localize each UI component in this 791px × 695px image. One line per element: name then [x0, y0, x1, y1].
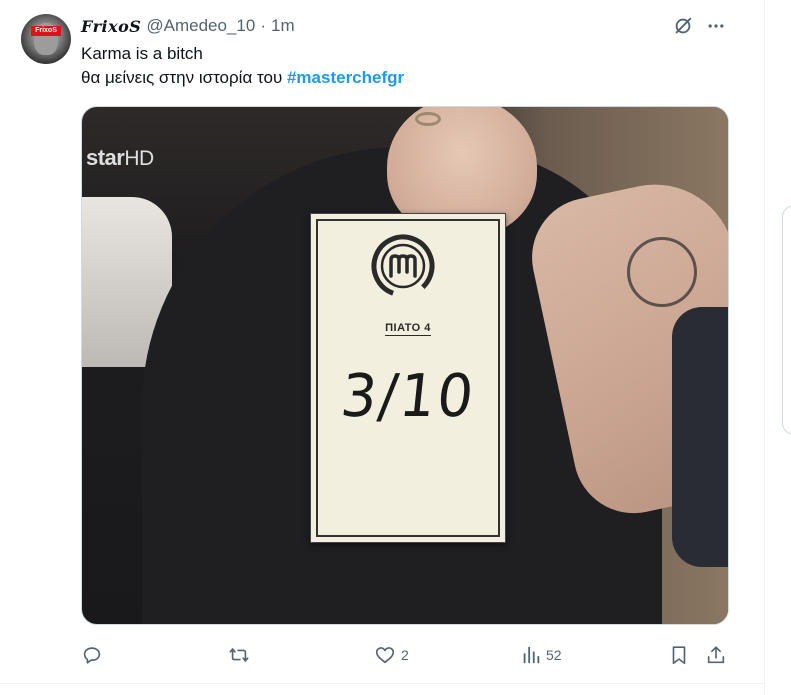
- like-button[interactable]: 2: [374, 641, 409, 669]
- retweet-button[interactable]: [227, 641, 256, 669]
- channel-watermark: starHD: [86, 145, 154, 171]
- tattoo: [627, 237, 697, 307]
- retweet-icon: [229, 648, 249, 662]
- grok-button[interactable]: [671, 14, 695, 38]
- separator-dot: ·: [260, 16, 266, 35]
- watermark-brand: star: [86, 145, 125, 170]
- share-button[interactable]: [705, 641, 727, 669]
- tweet-header: FrixoS @Amedeo_10 · 1m: [81, 14, 295, 38]
- reply-button[interactable]: [81, 641, 108, 669]
- hashtag-link[interactable]: #masterchefgr: [287, 68, 404, 87]
- timestamp[interactable]: 1m: [271, 16, 295, 36]
- views-icon: [523, 646, 540, 664]
- bottom-divider: [0, 683, 764, 684]
- action-bar: 2 52: [0, 641, 764, 669]
- avatar[interactable]: FrixoS: [21, 14, 71, 64]
- share-icon: [707, 646, 725, 664]
- masterchef-logo-icon: [371, 234, 435, 298]
- tweet[interactable]: FrixoS FrixoS @Amedeo_10 · 1m Karma is a…: [0, 0, 764, 683]
- sleeve: [672, 307, 728, 567]
- grok-icon: [675, 17, 692, 34]
- ring: [415, 112, 441, 126]
- watermark-suffix: HD: [124, 147, 154, 170]
- bookmark-icon: [672, 646, 686, 665]
- bookmark-button[interactable]: [668, 641, 690, 669]
- user-handle[interactable]: @Amedeo_10: [146, 16, 255, 36]
- heart-icon: [375, 647, 395, 664]
- tweet-line-1: Karma is a bitch: [81, 44, 203, 63]
- reply-icon: [83, 647, 101, 664]
- more-icon: [708, 24, 724, 28]
- side-panel-edge: [782, 205, 791, 435]
- tweet-line-2: θα μείνεις στην ιστορία του #masterchefg…: [81, 66, 404, 90]
- tweet-line-2-text: θα μείνεις στην ιστορία του: [81, 68, 287, 87]
- dish-label: ΠΙΑΤΟ 4: [311, 322, 505, 336]
- avatar-tag: FrixoS: [31, 26, 61, 36]
- views-button[interactable]: 52: [521, 641, 562, 669]
- display-name[interactable]: FrixoS: [81, 17, 141, 36]
- tweet-text: Karma is a bitch θα μείνεις στην ιστορία…: [81, 42, 404, 90]
- more-button[interactable]: [704, 14, 728, 38]
- score-card: ΠΙΑΤΟ 4 3/10: [310, 213, 506, 543]
- column-divider: [764, 0, 765, 695]
- like-count: 2: [401, 647, 409, 663]
- views-count: 52: [546, 647, 562, 663]
- tweet-media-image[interactable]: starHD ΠΙΑΤΟ 4 3/10: [81, 106, 729, 625]
- dish-label-text: ΠΙΑΤΟ 4: [385, 322, 431, 336]
- score-text: 3/10: [337, 362, 479, 431]
